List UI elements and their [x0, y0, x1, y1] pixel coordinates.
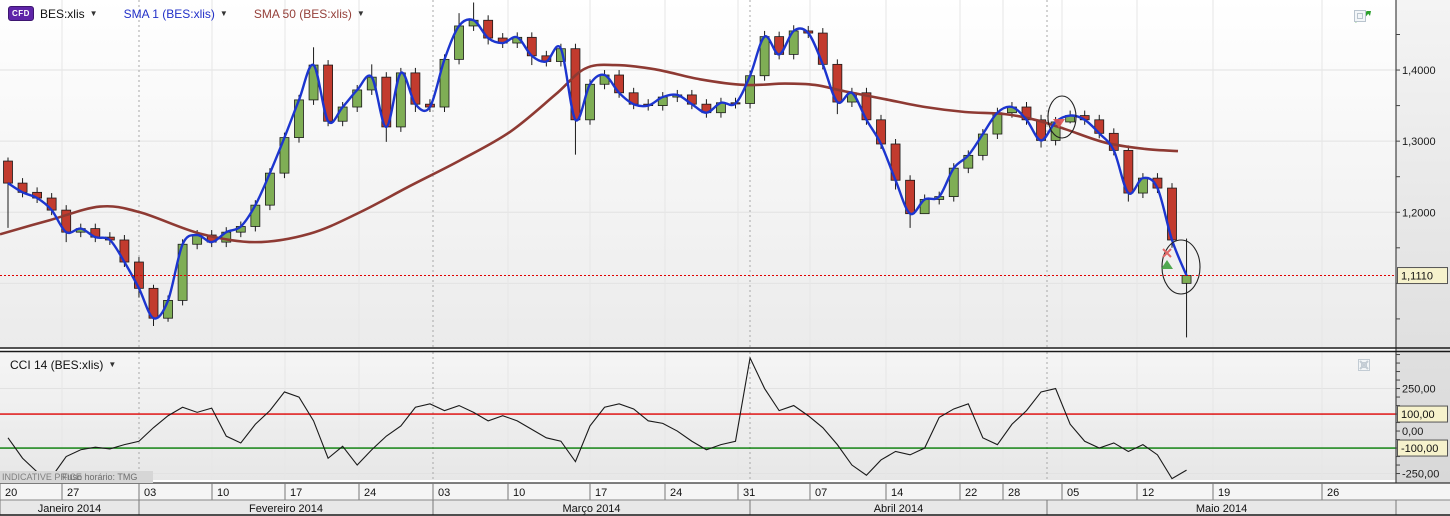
- month-label: Março 2014: [562, 503, 620, 515]
- candle-body: [4, 161, 13, 183]
- week-label: 17: [290, 487, 302, 499]
- week-label: 26: [1327, 487, 1339, 499]
- week-label: 22: [965, 487, 977, 499]
- sma50-label: SMA 50 (BES:xlis): [254, 7, 352, 21]
- week-label: 05: [1067, 487, 1079, 499]
- week-label: 20: [5, 487, 17, 499]
- week-label: 19: [1218, 487, 1230, 499]
- week-label: 24: [364, 487, 376, 499]
- indicator-panel-controls: [1358, 359, 1390, 371]
- cci-tick-label: 250,00: [1402, 384, 1436, 396]
- current-price-label: 1,1110: [1401, 271, 1433, 283]
- cci-tick-label: 0,00: [1402, 426, 1423, 438]
- cci-label: CCI 14 (BES:xlis): [10, 358, 103, 372]
- timezone-label: Fuso horário: TMG: [62, 472, 137, 482]
- price-tick-label: 1,3000: [1402, 136, 1436, 148]
- week-label: 27: [67, 487, 79, 499]
- sma50-dropdown[interactable]: SMA 50 (BES:xlis): [254, 7, 365, 21]
- symbol-dropdown[interactable]: CFD BES:xlis: [8, 6, 98, 21]
- week-label: 17: [595, 487, 607, 499]
- sma1-dropdown[interactable]: SMA 1 (BES:xlis): [124, 7, 228, 21]
- cci-dropdown[interactable]: CCI 14 (BES:xlis): [10, 358, 116, 372]
- restore-window-icon[interactable]: [1380, 10, 1392, 22]
- candle-body: [746, 76, 755, 104]
- price-tick-label: 1,4000: [1402, 65, 1436, 77]
- candle-body: [338, 107, 347, 121]
- chevron-down-icon: [108, 361, 116, 369]
- cci-level-label: 100,00: [1401, 409, 1435, 421]
- week-label: 28: [1008, 487, 1020, 499]
- close-panel-icon[interactable]: [1378, 359, 1390, 371]
- chart-window: 1,4000 1,3000 1,2000 1,1110 250,00 0,00 -250,0…: [0, 0, 1450, 516]
- month-label: Abril 2014: [874, 503, 924, 515]
- week-label: 03: [438, 487, 450, 499]
- candle-body: [1182, 276, 1191, 284]
- week-label: 10: [217, 487, 229, 499]
- week-label: 10: [513, 487, 525, 499]
- chart-window-controls: [1354, 10, 1392, 22]
- indicator-header: CCI 14 (BES:xlis): [10, 358, 116, 372]
- price-chart-canvas[interactable]: 1,4000 1,3000 1,2000 1,1110 250,00 0,00 -250,0…: [0, 0, 1450, 516]
- cci-plot-area: [0, 352, 1396, 480]
- chevron-down-icon: [90, 10, 98, 18]
- cfd-badge: CFD: [8, 6, 34, 21]
- cci-tick-label: -250,00: [1402, 469, 1439, 481]
- symbol-label: BES:xlis: [40, 7, 85, 21]
- week-label: 07: [815, 487, 827, 499]
- price-tick-label: 1,2000: [1402, 207, 1436, 219]
- month-label: Maio 2014: [1196, 503, 1247, 515]
- chevron-down-icon: [357, 10, 365, 18]
- chart-toolbar: CFD BES:xlis SMA 1 (BES:xlis) SMA 50 (BE…: [8, 6, 365, 21]
- week-label: 31: [743, 487, 755, 499]
- week-label: 03: [144, 487, 156, 499]
- month-label: Fevereiro 2014: [249, 503, 323, 515]
- week-label: 24: [670, 487, 682, 499]
- week-label: 12: [1142, 487, 1154, 499]
- month-label: Janeiro 2014: [38, 503, 102, 515]
- cci-level-label: -100,00: [1401, 443, 1438, 455]
- chevron-down-icon: [220, 10, 228, 18]
- week-label: 14: [891, 487, 903, 499]
- sma1-label: SMA 1 (BES:xlis): [124, 7, 215, 21]
